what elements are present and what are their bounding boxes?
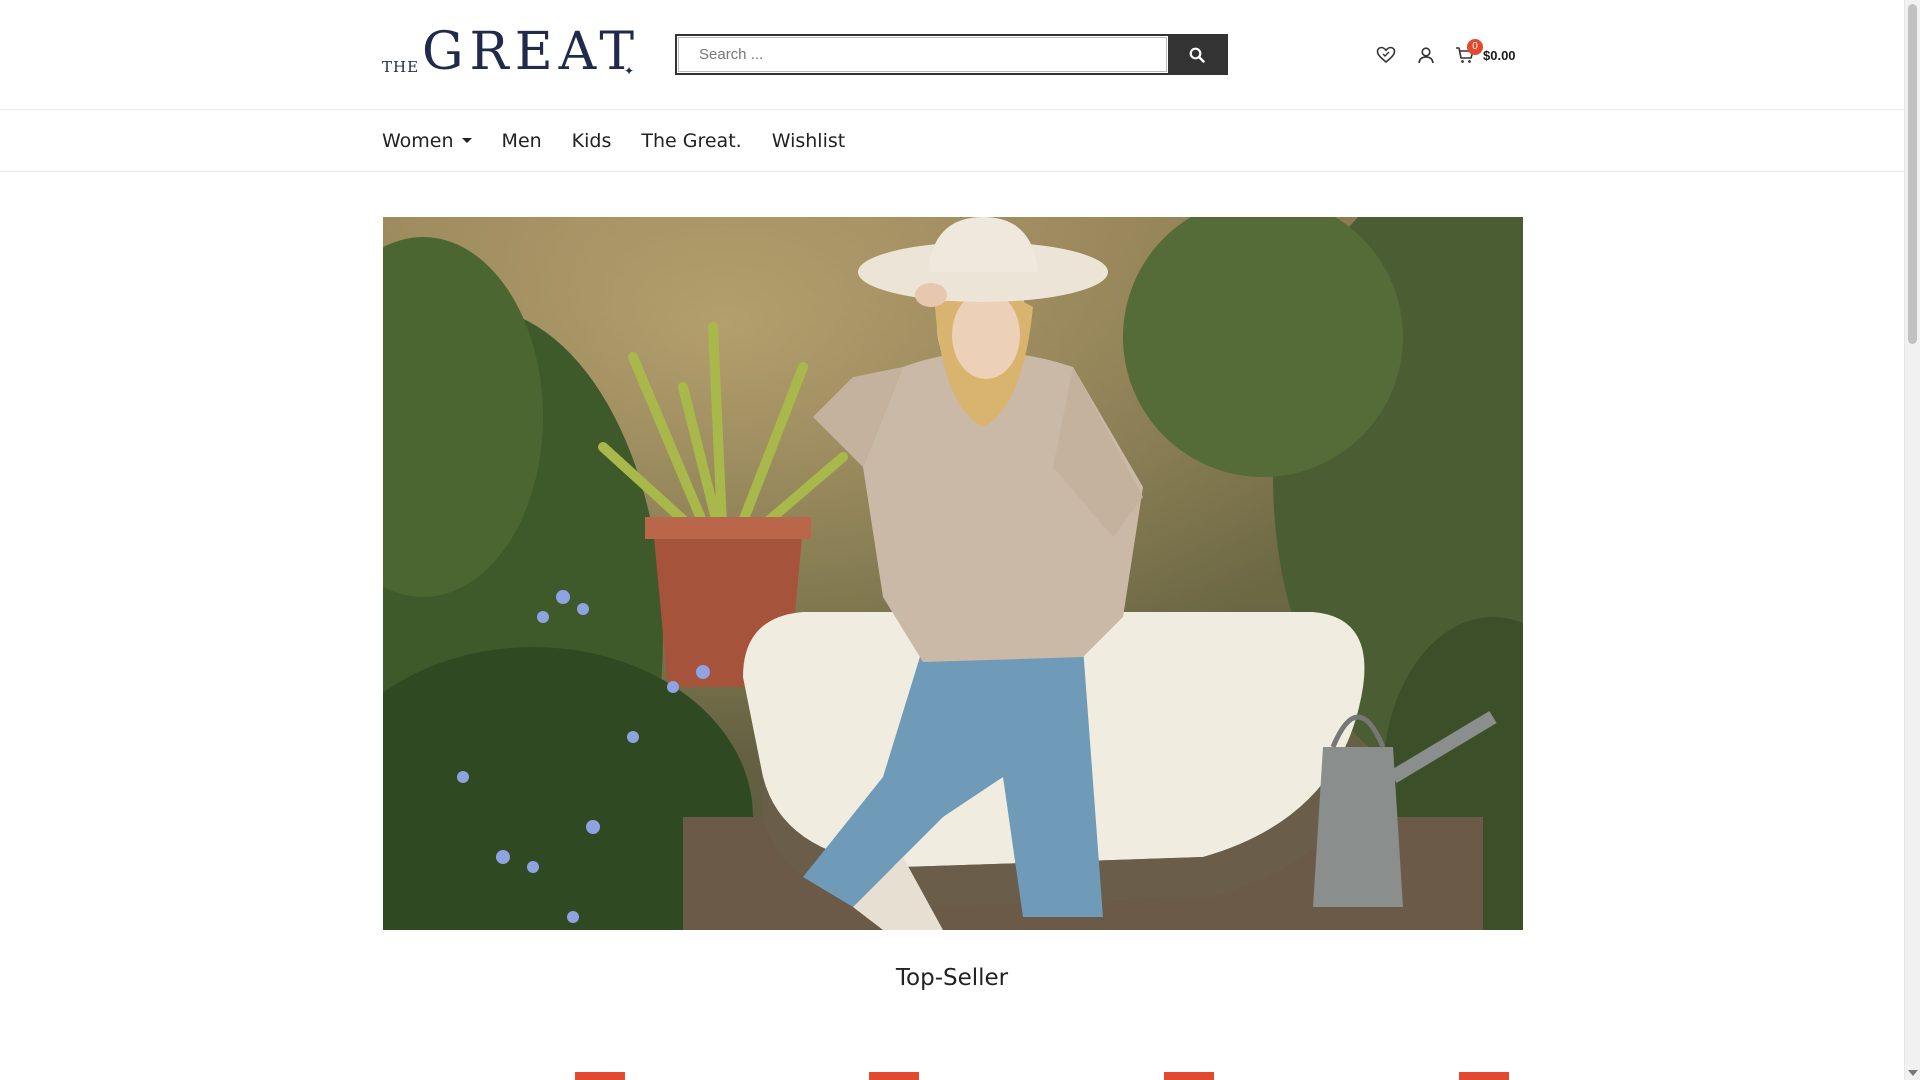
hero-photo: [383, 217, 1523, 930]
cart-count-badge: 0: [1467, 39, 1483, 55]
caret-down-icon: [461, 138, 472, 143]
site-header: THE GREAT ✦ Search ... 0 $0.00: [0, 0, 1904, 110]
sale-badge: [1459, 1072, 1509, 1080]
search-input[interactable]: [678, 37, 1167, 72]
main-navigation: Women Men Kids The Great. Wishlist: [0, 110, 1904, 172]
sale-badge: [575, 1072, 625, 1080]
sale-badge: [869, 1072, 919, 1080]
search-form: [675, 34, 1228, 75]
page-scrollbar[interactable]: [1904, 0, 1920, 1080]
nav-item-women[interactable]: Women: [382, 130, 472, 152]
logo-great: GREAT: [422, 22, 641, 82]
hero-banner-image[interactable]: [383, 217, 1523, 930]
nav-item-label: Women: [382, 129, 454, 152]
site-logo[interactable]: THE GREAT ✦: [382, 22, 634, 82]
nav-item-label: Kids: [571, 129, 612, 152]
nav-item-men[interactable]: Men: [502, 130, 542, 152]
nav-item-wishlist[interactable]: Wishlist: [772, 130, 846, 152]
scrollbar-thumb[interactable]: [1908, 4, 1917, 344]
header-actions: 0 $0.00: [1375, 39, 1516, 70]
mini-cart[interactable]: 0 $0.00: [1455, 39, 1516, 64]
nav-item-the-great[interactable]: The Great.: [641, 130, 741, 152]
cart-total: $0.00: [1483, 47, 1516, 63]
wishlist-heart-icon[interactable]: [1375, 44, 1397, 66]
nav-item-label: Wishlist: [771, 129, 846, 152]
account-user-icon[interactable]: [1415, 44, 1437, 66]
nav-item-kids[interactable]: Kids: [572, 130, 612, 152]
search-icon: [1189, 47, 1205, 63]
sale-badge: [1164, 1072, 1214, 1080]
top-seller-heading: Top-Seller: [895, 965, 1009, 991]
scroll-down-arrow-icon[interactable]: [1908, 1070, 1918, 1076]
logo-the: THE: [382, 58, 420, 76]
logo-star: ✦: [623, 64, 634, 78]
nav-item-label: Men: [501, 129, 542, 152]
nav-item-label: The Great.: [641, 129, 742, 152]
search-button[interactable]: [1168, 36, 1226, 73]
